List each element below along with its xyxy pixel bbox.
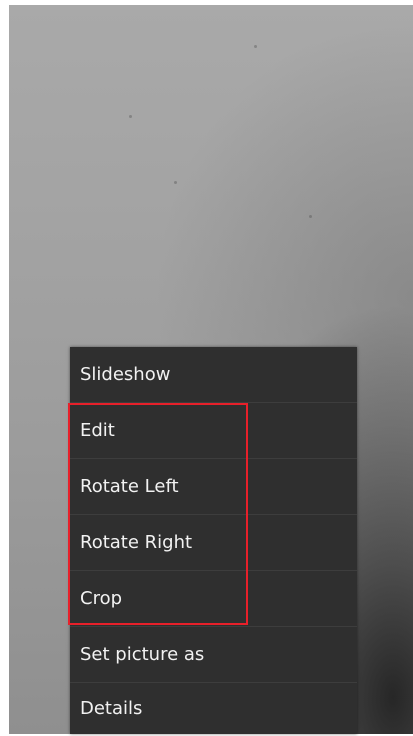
photo-speck bbox=[174, 181, 177, 184]
photo-speck bbox=[254, 45, 257, 48]
menu-item-details[interactable]: Details bbox=[70, 681, 357, 736]
screen: Slideshow Edit Rotate Left Rotate Right … bbox=[0, 0, 413, 734]
context-menu: Slideshow Edit Rotate Left Rotate Right … bbox=[70, 347, 357, 734]
menu-item-slideshow[interactable]: Slideshow bbox=[70, 347, 357, 402]
menu-item-set-picture-as[interactable]: Set picture as bbox=[70, 627, 357, 682]
menu-item-edit[interactable]: Edit bbox=[70, 403, 357, 458]
menu-item-rotate-right[interactable]: Rotate Right bbox=[70, 515, 357, 570]
menu-item-rotate-left[interactable]: Rotate Left bbox=[70, 459, 357, 514]
menu-item-crop[interactable]: Crop bbox=[70, 571, 357, 626]
photo-speck bbox=[309, 215, 312, 218]
photo-speck bbox=[129, 115, 132, 118]
